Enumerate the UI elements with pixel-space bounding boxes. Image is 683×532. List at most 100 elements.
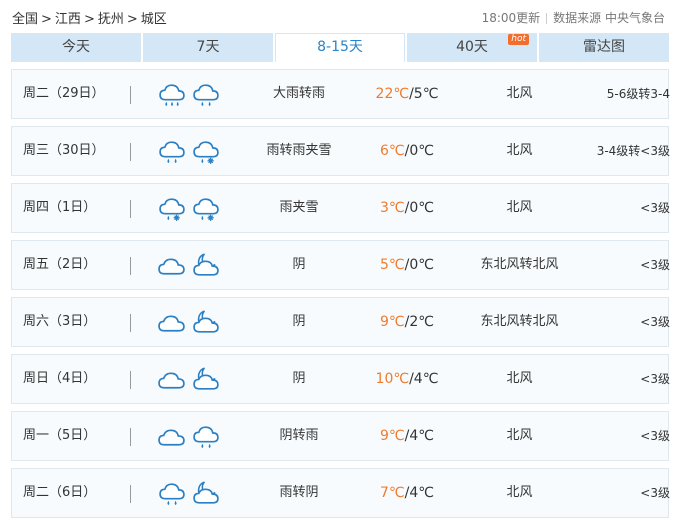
low-temp: /4℃ (404, 428, 434, 444)
low-temp: /5℃ (409, 86, 439, 102)
forecast-day: 周五（2日） (23, 257, 97, 272)
wind-direction: 北风 (506, 371, 533, 386)
source-divider (546, 13, 548, 24)
row-divider (130, 314, 131, 332)
forecast-day: 周二（6日） (23, 485, 97, 500)
temperature: 22℃/5℃ (362, 70, 452, 118)
wind-level: <3级 (640, 429, 670, 443)
low-temp: /0℃ (404, 200, 434, 216)
weather-icons (158, 194, 234, 224)
tab-8-15-days[interactable]: 8-15天 (275, 33, 405, 62)
forecast-row: 周六（3日） 阴 9℃/2℃ 东北风转北风 <3级 (11, 297, 670, 347)
forecast-row: 周四（1日） 雨夹雪 3℃/0℃ 北风 <3级 (11, 183, 670, 233)
wind-direction: 北风 (506, 428, 533, 443)
forecast-day: 周二（29日） (23, 86, 105, 101)
weather-description: 阴 (292, 371, 306, 386)
forecast-row: 周日（4日） 阴 10℃/4℃ 北风 <3级 (11, 354, 670, 404)
low-temp: /0℃ (404, 143, 434, 159)
weather-icons (158, 365, 234, 395)
forecast-row: 周一（5日） 阴转雨 9℃/4℃ 北风 <3级 (11, 411, 670, 461)
high-temp: 6℃ (380, 143, 405, 159)
temperature: 5℃/0℃ (362, 241, 452, 289)
tab-40-days[interactable]: 40天 hot (407, 33, 537, 62)
forecast-row: 周三（30日） 雨转雨夹雪 6℃/0℃ 北风 3-4级转<3级 (11, 126, 670, 176)
temperature: 9℃/4℃ (362, 412, 452, 460)
weather-icons (158, 308, 234, 338)
wind-level: <3级 (640, 315, 670, 329)
temperature: 9℃/2℃ (362, 298, 452, 346)
temperature: 7℃/4℃ (362, 469, 452, 517)
row-divider (130, 371, 131, 389)
row-divider (130, 86, 131, 104)
top-bar: 全国 > 江西 > 抚州 > 城区 18:00更新 数据来源 中央气象台 (0, 0, 683, 32)
wind-level: <3级 (640, 258, 670, 272)
high-temp: 10℃ (375, 371, 410, 387)
temperature: 6℃/0℃ (362, 127, 452, 175)
wind-direction: 东北风转北风 (480, 257, 559, 272)
forecast-day: 周六（3日） (23, 314, 97, 329)
weather-description: 雨转雨夹雪 (266, 143, 332, 158)
high-temp: 9℃ (380, 314, 405, 330)
weather-description: 大雨转雨 (272, 86, 325, 101)
forecast-tabs: 今天 7天 8-15天 40天 hot 雷达图 (11, 33, 669, 62)
tab-label: 8-15天 (317, 39, 363, 55)
row-divider (130, 485, 131, 503)
weather-description: 阴转雨 (279, 428, 319, 443)
weather-description: 雨转阴 (279, 485, 319, 500)
high-temp: 9℃ (380, 428, 405, 444)
row-divider (130, 428, 131, 446)
wind-direction: 东北风转北风 (480, 314, 559, 329)
low-temp: /4℃ (404, 485, 434, 501)
weather-description: 雨夹雪 (279, 200, 319, 215)
forecast-row: 周五（2日） 阴 5℃/0℃ 东北风转北风 <3级 (11, 240, 670, 290)
high-temp: 3℃ (380, 200, 405, 216)
wind-level: 3-4级转<3级 (596, 144, 670, 158)
weather-icons (158, 422, 234, 452)
breadcrumb-separator: > (41, 12, 52, 27)
forecast-day: 周一（5日） (23, 428, 97, 443)
tab-label: 40天 (456, 39, 488, 55)
low-temp: /2℃ (404, 314, 434, 330)
weather-icons (158, 80, 234, 110)
tab-label: 7天 (196, 39, 220, 55)
breadcrumb-item-province[interactable]: 江西 (55, 12, 81, 27)
forecast-row: 周二（6日） 雨转阴 7℃/4℃ 北风 <3级 (11, 468, 670, 518)
forecast-day: 周三（30日） (23, 143, 105, 158)
temperature: 10℃/4℃ (362, 355, 452, 403)
wind-level: <3级 (640, 486, 670, 500)
wind-direction: 北风 (506, 143, 533, 158)
wind-direction: 北风 (506, 86, 533, 101)
breadcrumb: 全国 > 江西 > 抚州 > 城区 (12, 8, 167, 27)
weather-icons (158, 479, 234, 509)
tab-7-days[interactable]: 7天 (143, 33, 273, 62)
high-temp: 7℃ (380, 485, 405, 501)
high-temp: 22℃ (375, 86, 410, 102)
low-temp: /4℃ (409, 371, 439, 387)
row-divider (130, 143, 131, 161)
data-source: 18:00更新 数据来源 中央气象台 (482, 9, 665, 26)
breadcrumb-separator: > (126, 12, 138, 27)
breadcrumb-item-district[interactable]: 城区 (141, 12, 167, 27)
row-divider (130, 257, 131, 275)
wind-level: <3级 (640, 372, 670, 386)
forecast-row: 周二（29日） 大雨转雨 22℃/5℃ 北风 5-6级转3-4 (11, 69, 670, 119)
wind-direction: 北风 (506, 485, 533, 500)
weather-icons (158, 251, 234, 281)
wind-level: 5-6级转3-4 (606, 87, 670, 101)
tab-label: 今天 (62, 39, 90, 55)
weather-description: 阴 (292, 314, 306, 329)
breadcrumb-item-city[interactable]: 抚州 (98, 12, 124, 27)
forecast-day: 周日（4日） (23, 371, 97, 386)
weather-description: 阴 (292, 257, 306, 272)
tab-today[interactable]: 今天 (11, 33, 141, 62)
forecast-day: 周四（1日） (23, 200, 97, 215)
low-temp: /0℃ (404, 257, 434, 273)
tab-radar[interactable]: 雷达图 (539, 33, 669, 62)
wind-level: <3级 (640, 201, 670, 215)
breadcrumb-separator: > (83, 12, 95, 27)
source-label: 数据来源 中央气象台 (553, 11, 665, 25)
weather-icons (158, 137, 234, 167)
breadcrumb-item-country[interactable]: 全国 (12, 12, 38, 27)
hot-badge: hot (508, 34, 529, 45)
tab-label: 雷达图 (583, 39, 625, 55)
